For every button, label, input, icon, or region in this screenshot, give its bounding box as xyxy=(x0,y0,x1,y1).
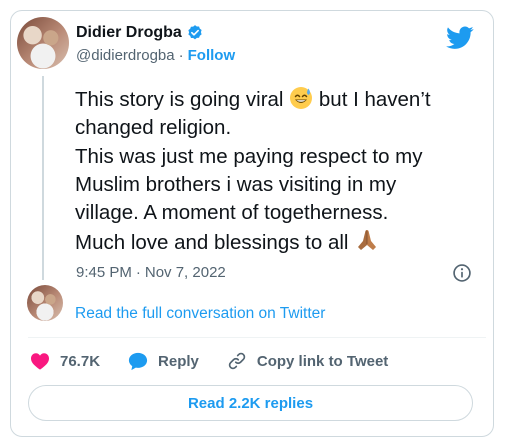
tweet-timestamp[interactable]: 9:45 PM · Nov 7, 2022 xyxy=(76,264,226,281)
timestamp-separator: · xyxy=(135,264,141,281)
read-full-conversation-link[interactable]: Read the full conversation on Twitter xyxy=(75,305,325,323)
conversation-avatar[interactable] xyxy=(27,285,63,321)
tweet-line: Much love and blessings to all xyxy=(75,227,470,257)
read-replies-button[interactable]: Read 2.2K replies xyxy=(28,385,473,421)
info-icon[interactable] xyxy=(452,263,472,283)
tweet-line: Muslim brothers i was visiting in my xyxy=(75,172,397,196)
tweet-line: village. A moment of togetherness. xyxy=(75,201,389,225)
heart-icon xyxy=(31,353,49,370)
author-name-row[interactable]: Didier Drogba xyxy=(76,24,204,42)
follow-link[interactable]: Follow xyxy=(188,47,236,64)
read-replies-label: Read 2.2K replies xyxy=(187,394,314,412)
link-icon xyxy=(228,352,246,370)
sweat-smile-emoji xyxy=(290,87,313,109)
author-avatar[interactable] xyxy=(17,17,69,69)
tweet-line: This was just me paying respect to my xyxy=(75,144,423,168)
action-bar: 76.7K Reply Copy link to Tweet xyxy=(30,351,416,371)
tweet-text: This story is going viral but I haven’t … xyxy=(75,86,470,258)
divider xyxy=(28,337,486,338)
verified-badge-icon xyxy=(188,25,202,40)
tweet-date[interactable]: Nov 7, 2022 xyxy=(145,264,226,281)
copy-link-button[interactable]: Copy link to Tweet xyxy=(227,351,388,371)
like-button[interactable]: 76.7K xyxy=(30,352,100,370)
reply-label: Reply xyxy=(158,352,199,370)
twitter-bird-icon[interactable] xyxy=(446,26,474,50)
handle-separator: · xyxy=(178,47,184,64)
like-count: 76.7K xyxy=(60,352,101,370)
thread-line xyxy=(42,76,44,280)
author-handle-row: @didierdrogba · Follow xyxy=(76,47,235,64)
author-handle[interactable]: @didierdrogba xyxy=(76,47,175,64)
tweet-line: changed religion. xyxy=(75,116,232,140)
folded-hands-emoji xyxy=(358,230,377,251)
tweet-time[interactable]: 9:45 PM xyxy=(76,264,132,281)
reply-button[interactable]: Reply xyxy=(128,352,199,371)
reply-bubble-icon xyxy=(128,352,148,370)
author-display-name[interactable]: Didier Drogba xyxy=(76,24,182,42)
copy-link-label: Copy link to Tweet xyxy=(256,352,389,370)
tweet-line: This story is going viral but I haven’t xyxy=(75,87,431,111)
